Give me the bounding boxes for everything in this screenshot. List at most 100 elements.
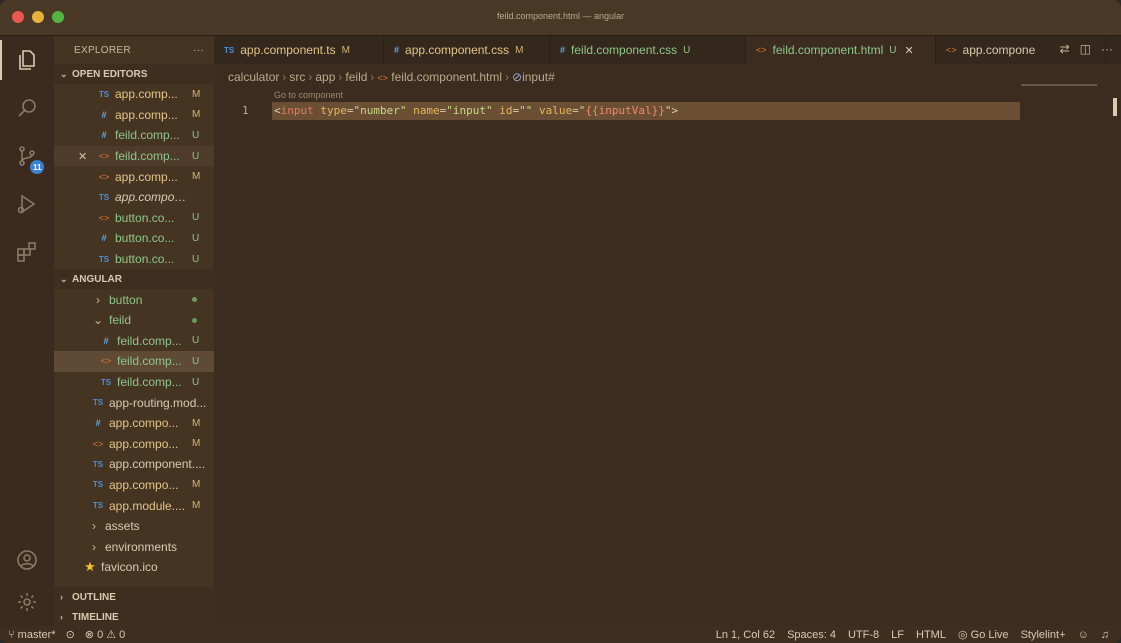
- ts-file-icon: TS: [92, 501, 104, 511]
- modified-dot: [192, 297, 197, 303]
- problems-indicator[interactable]: ⊗ 0 ⚠ 0: [85, 628, 126, 641]
- status-bar: ⑂ master* ⊙ ⊗ 0 ⚠ 0 Ln 1, Col 62 Spaces:…: [0, 626, 1121, 643]
- breadcrumb-symbol[interactable]: input#: [522, 70, 555, 84]
- folder-item[interactable]: › assets: [54, 516, 214, 537]
- chevron-right-icon: ›: [92, 519, 96, 534]
- open-editor-item[interactable]: TS app.component...: [54, 187, 214, 208]
- explorer-sidebar: EXPLORER ··· ⌄ OPEN EDITORS TS app.comp..…: [54, 36, 214, 626]
- explorer-more-button[interactable]: ···: [193, 45, 204, 56]
- file-item[interactable]: # app.compo... M: [54, 413, 214, 434]
- extensions-icon[interactable]: [0, 228, 54, 276]
- chevron-down-icon: ⌄: [60, 68, 68, 79]
- source-control-icon[interactable]: 11: [0, 132, 54, 180]
- item-name: assets: [105, 519, 140, 534]
- file-item[interactable]: <> app.compo... M: [54, 434, 214, 455]
- git-status-badge: U: [889, 44, 897, 56]
- modified-dot: [192, 317, 197, 323]
- angular-section[interactable]: ⌄ ANGULAR: [54, 269, 214, 290]
- breadcrumb-item[interactable]: src: [289, 70, 305, 84]
- ts-file-icon: TS: [92, 459, 104, 469]
- ts-file-icon: TS: [98, 89, 110, 99]
- file-item[interactable]: TS app.component....: [54, 454, 214, 475]
- run-debug-icon[interactable]: [0, 180, 54, 228]
- html-file-icon: <>: [377, 73, 388, 83]
- open-editor-item[interactable]: # button.co... U: [54, 228, 214, 249]
- open-editor-item[interactable]: <> button.co... U: [54, 208, 214, 229]
- chevron-down-icon: ⌄: [92, 313, 104, 328]
- stylelint-status[interactable]: Stylelint+: [1021, 629, 1066, 641]
- open-editor-item[interactable]: <> app.comp... M: [54, 166, 214, 187]
- timeline-section[interactable]: › TIMELINE: [54, 607, 214, 626]
- editor-tab[interactable]: <> feild.component.html U ✕: [746, 36, 936, 64]
- encoding[interactable]: UTF-8: [848, 629, 879, 641]
- feedback-icon[interactable]: ☺: [1078, 629, 1089, 641]
- item-name: favicon.ico: [101, 560, 158, 575]
- explorer-icon[interactable]: [0, 36, 54, 84]
- source-control-badge: 11: [30, 160, 45, 174]
- git-status-badge: M: [192, 479, 201, 491]
- css-file-icon: #: [101, 109, 107, 120]
- breadcrumb-item[interactable]: calculator: [228, 70, 279, 84]
- code-line-1[interactable]: 1 <input type="number" name="input" id="…: [214, 102, 1020, 120]
- open-editor-item[interactable]: ✕ <> feild.comp... U: [54, 145, 214, 167]
- outline-section[interactable]: › OUTLINE: [54, 587, 214, 607]
- item-name: app.module....: [109, 498, 186, 513]
- file-name: button.co...: [115, 210, 175, 225]
- split-editor-icon[interactable]: ◫: [1080, 42, 1091, 56]
- go-live-button[interactable]: ◎ Go Live: [958, 628, 1009, 641]
- file-item[interactable]: TS app-routing.mod...: [54, 392, 214, 413]
- open-changes-icon[interactable]: ⇄: [1060, 42, 1070, 56]
- ts-file-icon: TS: [92, 398, 104, 408]
- search-icon[interactable]: [0, 84, 54, 132]
- folder-item[interactable]: › button: [54, 289, 214, 310]
- open-editors-label: OPEN EDITORS: [72, 68, 148, 80]
- open-editor-item[interactable]: TS button.co... U: [54, 249, 214, 270]
- editor-tab[interactable]: # feild.component.css U: [550, 36, 746, 64]
- file-item[interactable]: ★ favicon.ico: [54, 557, 214, 578]
- html-file-icon: <>: [98, 212, 110, 223]
- breadcrumb-file[interactable]: feild.component.html: [391, 70, 502, 84]
- editor-tab[interactable]: # app.component.css M: [384, 36, 550, 64]
- item-name: app.compo...: [109, 416, 179, 431]
- file-item[interactable]: TS app.module.... M: [54, 495, 214, 516]
- minimap[interactable]: [1021, 84, 1097, 86]
- language-mode[interactable]: HTML: [916, 629, 946, 641]
- account-icon[interactable]: [0, 536, 54, 584]
- open-editor-item[interactable]: TS app.comp... M: [54, 84, 214, 105]
- open-editor-item[interactable]: # feild.comp... U: [54, 125, 214, 146]
- notifications-bell-icon[interactable]: ♫: [1101, 629, 1109, 641]
- close-icon[interactable]: ✕: [904, 44, 913, 57]
- end-of-line[interactable]: LF: [891, 629, 904, 641]
- file-item[interactable]: TS app.compo... M: [54, 475, 214, 496]
- css-file-icon: #: [394, 45, 400, 55]
- git-status-badge: U: [192, 253, 200, 265]
- code-text[interactable]: <input type="number" name="input" id="" …: [274, 104, 678, 117]
- branch-indicator[interactable]: ⑂ master*: [8, 629, 56, 641]
- angular-tree: › button ⌄ feild # feild.comp... U <> feild.comp…: [54, 289, 214, 577]
- file-name: app.comp...: [115, 87, 178, 102]
- codelens-go-to-component[interactable]: Go to component: [274, 90, 343, 100]
- close-icon[interactable]: ✕: [78, 150, 87, 163]
- chevron-right-icon: ›: [60, 592, 63, 602]
- git-status-badge: U: [192, 376, 200, 388]
- git-status-badge: U: [192, 129, 200, 141]
- cursor-position[interactable]: Ln 1, Col 62: [716, 629, 775, 641]
- editor-tab[interactable]: TS app.component.ts M: [214, 36, 384, 64]
- indentation[interactable]: Spaces: 4: [787, 629, 836, 641]
- open-editor-item[interactable]: # app.comp... M: [54, 105, 214, 126]
- folder-item[interactable]: › environments: [54, 536, 214, 557]
- breadcrumb-item[interactable]: feild: [345, 70, 367, 84]
- file-item[interactable]: TS feild.comp... U: [54, 372, 214, 393]
- git-status-badge: U: [683, 44, 691, 56]
- file-item[interactable]: <> feild.comp... U: [54, 351, 214, 372]
- git-status-badge: U: [192, 355, 200, 367]
- item-name: button: [109, 292, 143, 307]
- file-item[interactable]: # feild.comp... U: [54, 331, 214, 352]
- breadcrumb-item[interactable]: app: [315, 70, 335, 84]
- settings-gear-icon[interactable]: [0, 578, 54, 626]
- folder-item[interactable]: ⌄ feild: [54, 310, 214, 331]
- open-editors-section[interactable]: ⌄ OPEN EDITORS: [54, 64, 214, 84]
- more-actions-icon[interactable]: ···: [1101, 42, 1113, 56]
- sync-icon[interactable]: ⊙: [66, 628, 75, 641]
- line-number: 1: [242, 104, 249, 117]
